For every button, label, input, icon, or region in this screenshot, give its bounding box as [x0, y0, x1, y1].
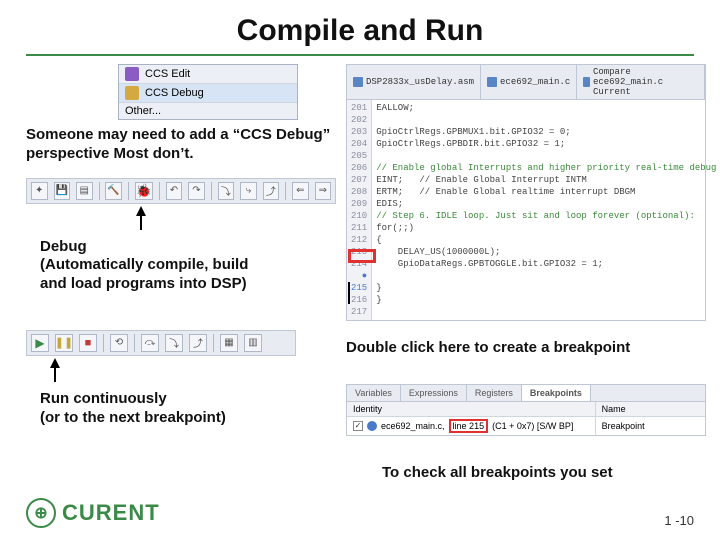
- perspective-label: CCS Edit: [145, 68, 190, 80]
- slide-title: Compile and Run: [26, 14, 694, 48]
- arrow-icon: [50, 358, 60, 368]
- caption-run: Run continuously (or to the next breakpo…: [40, 390, 336, 428]
- arrow-icon: [136, 206, 146, 216]
- perspective-item-other[interactable]: Other...: [119, 103, 297, 119]
- pause-icon[interactable]: ❚❚: [55, 334, 73, 352]
- file-icon: [583, 77, 590, 87]
- separator: [103, 334, 104, 352]
- checkbox-icon[interactable]: ✓: [353, 421, 363, 431]
- debug-icon[interactable]: 🐞: [135, 182, 153, 200]
- left-column: CCS Edit CCS Debug Other... Someone may …: [26, 64, 336, 503]
- build-icon[interactable]: 🔨: [105, 182, 122, 200]
- main-toolbar: ✦ 💾 ▤ 🔨 🐞 ↶ ↷ ⤵ ⤷ ⤴ ⇐ ⇒: [26, 178, 336, 204]
- perspective-menu[interactable]: CCS Edit CCS Debug Other...: [118, 64, 298, 120]
- tab-registers[interactable]: Registers: [467, 385, 522, 401]
- tab-variables[interactable]: Variables: [347, 385, 401, 401]
- editor-tab[interactable]: ece692_main.c: [481, 65, 577, 99]
- separator: [99, 182, 100, 200]
- tab-expressions[interactable]: Expressions: [401, 385, 467, 401]
- new-icon[interactable]: ✦: [31, 182, 48, 200]
- editor-tab[interactable]: DSP2833x_usDelay.asm: [347, 65, 481, 99]
- save-all-icon[interactable]: ▤: [76, 182, 93, 200]
- undo-icon[interactable]: ↶: [166, 182, 183, 200]
- forward-icon[interactable]: ⇒: [315, 182, 332, 200]
- perspective-item-debug[interactable]: CCS Debug: [119, 84, 297, 103]
- config2-icon[interactable]: ▥: [244, 334, 262, 352]
- separator: [159, 182, 160, 200]
- perspective-label: CCS Debug: [145, 87, 204, 99]
- step-return-icon[interactable]: ⤴: [189, 334, 207, 352]
- caption-check-bp: To check all breakpoints you set: [382, 464, 706, 483]
- perspective-item-edit[interactable]: CCS Edit: [119, 65, 297, 84]
- separator: [134, 334, 135, 352]
- logo-badge-icon: ⊕: [26, 498, 56, 528]
- tab-label: Compare ece692_main.c Current: [593, 67, 698, 97]
- code-editor[interactable]: DSP2833x_usDelay.asm ece692_main.c Compa…: [346, 64, 706, 321]
- editor-tab[interactable]: Compare ece692_main.c Current: [577, 65, 705, 99]
- line-gutter[interactable]: 2012022032042052062072082092102112122132…: [347, 100, 372, 320]
- col-name: Name: [596, 402, 705, 416]
- arrow-icon: [340, 282, 350, 304]
- caption-breakpoint: Double click here to create a breakpoint: [346, 339, 706, 358]
- note-add-perspective: Someone may need to add a “CCS Debug” pe…: [26, 126, 336, 164]
- perspective-icon: [125, 86, 139, 100]
- config-icon[interactable]: ▦: [220, 334, 238, 352]
- arrow-stem: [140, 216, 142, 230]
- separator: [213, 334, 214, 352]
- step-icon[interactable]: ⤵: [218, 182, 235, 200]
- step-into-icon[interactable]: ⤷: [240, 182, 257, 200]
- restart-icon[interactable]: ⟲: [110, 334, 128, 352]
- logo-text: CURENT: [62, 500, 160, 526]
- page-number: 1 -10: [664, 513, 694, 528]
- panel-tabs: Variables Expressions Registers Breakpoi…: [347, 385, 705, 402]
- breakpoint-highlight: [348, 249, 376, 263]
- debug-toolbar: ▶ ❚❚ ■ ⟲ ⤼ ⤵ ⤴ ▦ ▥: [26, 330, 296, 356]
- col-identity: Identity: [347, 402, 596, 416]
- bp-cond: (C1 + 0x7) [S/W BP]: [492, 421, 573, 431]
- tab-label: DSP2833x_usDelay.asm: [366, 77, 474, 87]
- file-icon: [487, 77, 497, 87]
- breakpoint-row[interactable]: ✓ ece692_main.c, line 215 (C1 + 0x7) [S/…: [347, 417, 705, 435]
- right-column: DSP2833x_usDelay.asm ece692_main.c Compa…: [346, 64, 706, 503]
- perspective-label: Other...: [125, 105, 161, 117]
- bp-name: Breakpoint: [596, 419, 705, 433]
- editor-tabs: DSP2833x_usDelay.asm ece692_main.c Compa…: [347, 65, 705, 100]
- run-icon[interactable]: ▶: [31, 334, 49, 352]
- bp-file: ece692_main.c,: [381, 421, 445, 431]
- save-icon[interactable]: 💾: [54, 182, 71, 200]
- bp-line-highlight: line 215: [449, 419, 489, 433]
- redo-icon[interactable]: ↷: [188, 182, 205, 200]
- separator: [285, 182, 286, 200]
- separator: [211, 182, 212, 200]
- breakpoints-panel: Variables Expressions Registers Breakpoi…: [346, 384, 706, 436]
- code-area[interactable]: EALLOW; GpioCtrlRegs.GPBMUX1.bit.GPIO32 …: [372, 100, 720, 320]
- file-icon: [353, 77, 363, 87]
- caption-debug: Debug (Automatically compile, build and …: [40, 238, 336, 294]
- breakpoint-icon: [367, 421, 377, 431]
- perspective-icon: [125, 67, 139, 81]
- title-divider: [26, 54, 694, 56]
- step-out-icon[interactable]: ⤴: [263, 182, 280, 200]
- arrow-stem: [54, 368, 56, 382]
- step-over-icon[interactable]: ⤼: [141, 334, 159, 352]
- logo: ⊕ CURENT: [26, 498, 160, 528]
- back-icon[interactable]: ⇐: [292, 182, 309, 200]
- separator: [128, 182, 129, 200]
- tab-label: ece692_main.c: [500, 77, 570, 87]
- tab-breakpoints[interactable]: Breakpoints: [522, 385, 591, 401]
- step-into-icon[interactable]: ⤵: [165, 334, 183, 352]
- panel-header: Identity Name: [347, 402, 705, 417]
- stop-icon[interactable]: ■: [79, 334, 97, 352]
